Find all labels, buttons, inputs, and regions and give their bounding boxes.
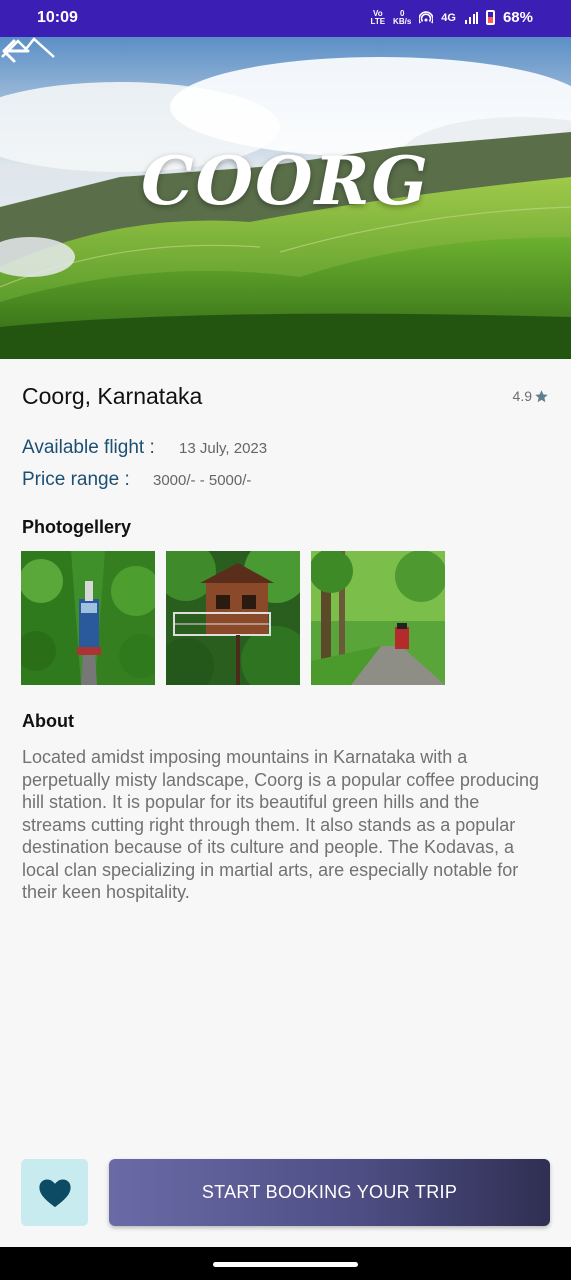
hero-image: COORG xyxy=(0,37,571,359)
flight-value: 13 July, 2023 xyxy=(179,440,268,457)
status-time: 10:09 xyxy=(37,9,78,26)
volte-indicator: Vo LTE xyxy=(370,8,386,26)
battery-icon xyxy=(485,10,495,25)
gallery-photo-train[interactable] xyxy=(21,551,155,685)
price-value: 3000/- - 5000/- xyxy=(153,472,252,489)
rating: 4.9 xyxy=(513,388,549,404)
home-gesture-handle[interactable] xyxy=(213,1262,358,1267)
start-booking-button[interactable]: START BOOKING YOUR TRIP xyxy=(109,1159,550,1226)
about-title: About xyxy=(22,711,74,731)
heart-icon xyxy=(38,1179,71,1207)
status-icons: Vo LTE 0 KB/s 4G 68% xyxy=(371,9,533,26)
rating-value: 4.9 xyxy=(512,388,532,404)
network-speed: 0 KB/s xyxy=(393,8,412,26)
favorite-button[interactable] xyxy=(21,1159,88,1226)
star-icon xyxy=(535,389,548,402)
gallery-photo-road[interactable] xyxy=(311,551,445,685)
battery-level: 68% xyxy=(502,9,533,26)
price-label: Price range : xyxy=(22,469,130,490)
gallery-photo-treehouse[interactable] xyxy=(166,551,300,685)
gallery-title: Photogellery xyxy=(22,517,132,537)
system-nav-bar xyxy=(0,1247,571,1280)
hero-title: COORG xyxy=(141,142,430,220)
signal-icon xyxy=(464,11,478,24)
place-title: Coorg, Karnataka xyxy=(22,383,203,409)
about-text: Located amidst imposing mountains in Kar… xyxy=(22,747,539,902)
flight-label: Available flight : xyxy=(22,437,155,458)
hotspot-icon xyxy=(419,10,434,23)
network-type: 4G xyxy=(441,11,456,24)
status-bar: 10:09 Vo LTE 0 KB/s 4G 68% xyxy=(0,0,571,37)
mountain-logo-icon xyxy=(1,37,55,58)
